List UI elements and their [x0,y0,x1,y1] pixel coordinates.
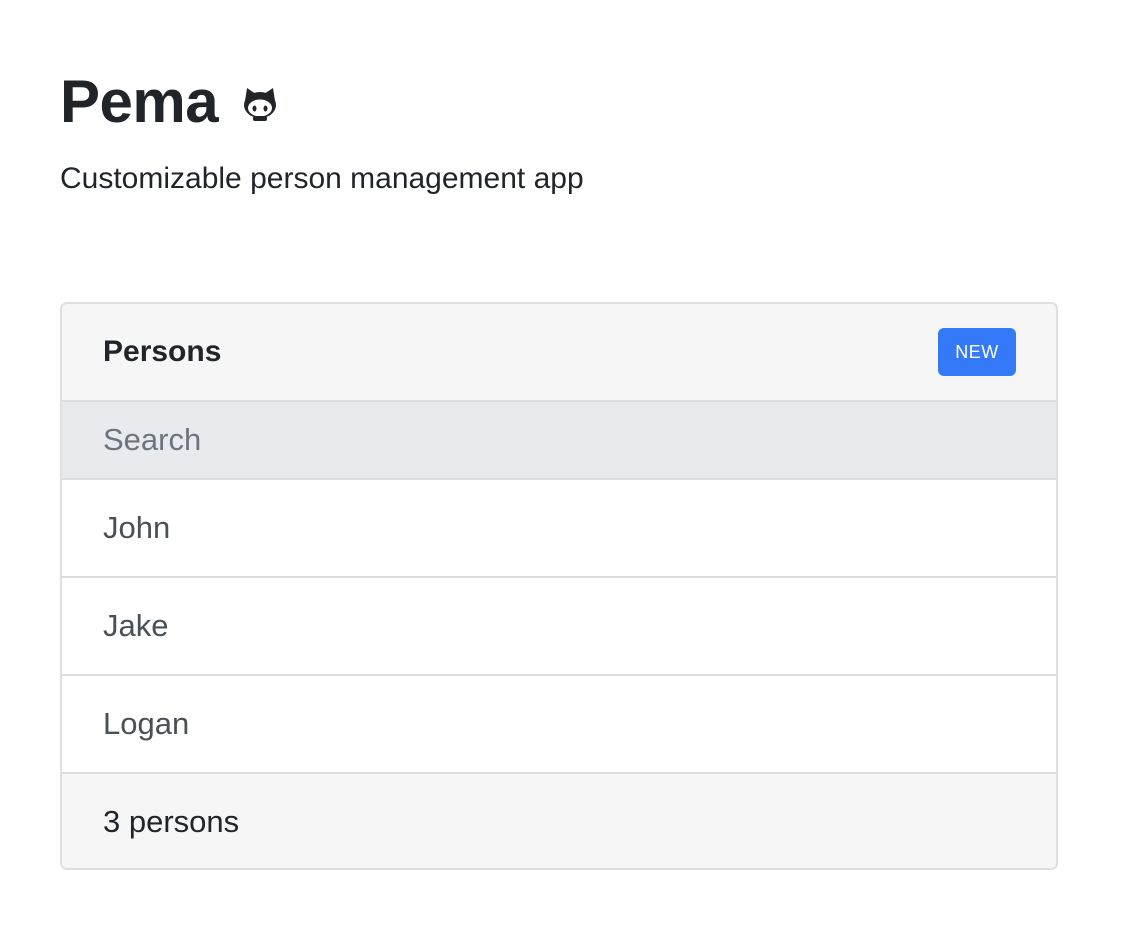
github-octocat-icon [244,88,277,121]
search-row [62,402,1056,480]
person-count: 3 persons [103,804,240,839]
github-icon[interactable] [240,84,280,124]
persons-card: Persons NEW John Jake Logan 3 persons [60,302,1058,870]
new-person-button[interactable]: NEW [938,328,1016,376]
list-item[interactable]: John [62,480,1056,578]
search-input[interactable] [62,402,1056,478]
person-list: John Jake Logan [62,480,1056,774]
list-item[interactable]: Jake [62,578,1056,676]
page: Pema Customizable person management app … [0,0,1126,940]
card-title: Persons [103,335,222,368]
list-item[interactable]: Logan [62,676,1056,774]
app-subtitle: Customizable person management app [60,162,584,195]
card-footer: 3 persons [62,774,1056,868]
title-row: Pema [60,62,280,142]
app-title: Pema [60,68,219,135]
card-header: Persons NEW [62,304,1056,402]
